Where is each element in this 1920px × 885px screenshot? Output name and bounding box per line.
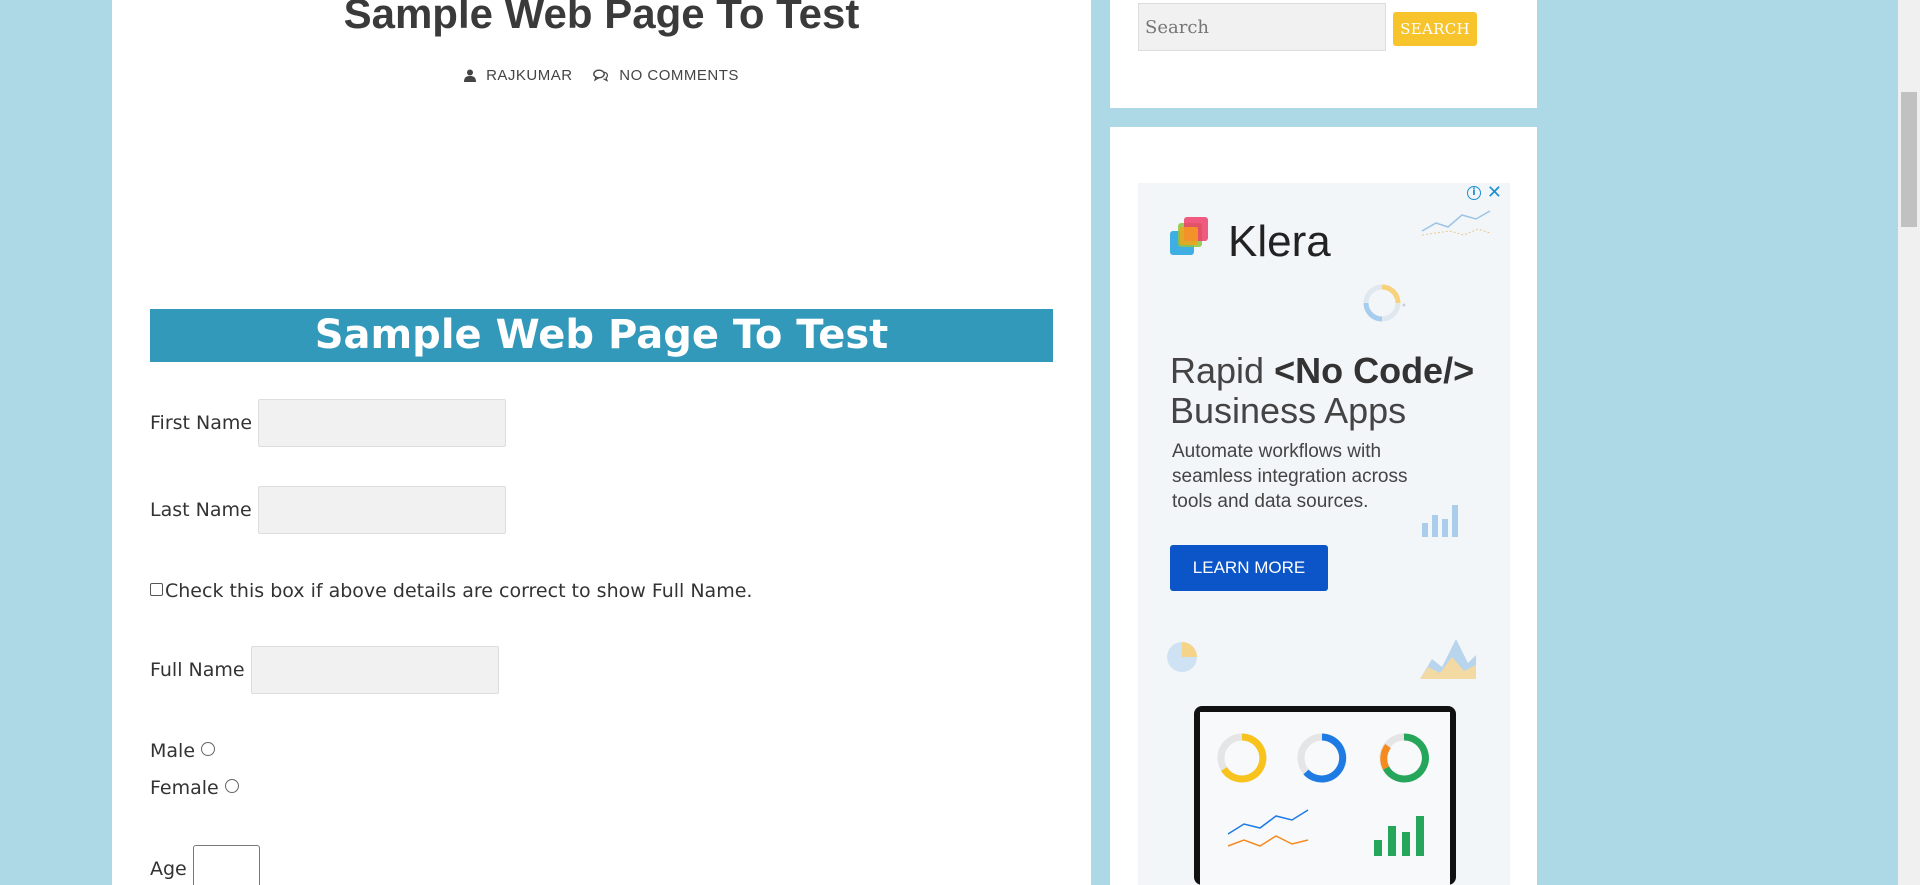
- search-widget: SEARCH: [1110, 0, 1537, 108]
- confirm-details-row: Check this box if above details are corr…: [150, 580, 752, 602]
- post-meta: RAJKUMAR NO COMMENTS: [112, 67, 1091, 86]
- comments-icon: [593, 69, 609, 82]
- ad-donut-deco-icon: [1363, 284, 1406, 322]
- post-comments[interactable]: NO COMMENTS: [593, 67, 739, 84]
- ad-brand-name: Klera: [1228, 217, 1331, 266]
- page-scrollbar[interactable]: [1898, 0, 1920, 885]
- age-label: Age: [150, 858, 187, 880]
- gender-female-row: Female: [150, 777, 239, 799]
- ad-widget: i ✕ Klera Rapid <No Code/> Business Apps…: [1110, 127, 1537, 885]
- last-name-label: Last Name: [150, 499, 252, 521]
- klera-logo-icon: [1170, 217, 1208, 255]
- ad-laptop-dashboard-icon: [1194, 706, 1456, 885]
- ad-area-chart-deco-icon: [1420, 639, 1476, 679]
- confirm-details-checkbox[interactable]: [150, 582, 163, 596]
- full-name-label: Full Name: [150, 659, 245, 681]
- last-name-row: Last Name: [150, 486, 506, 534]
- ad-headline-part1: Rapid: [1170, 350, 1275, 391]
- form-banner: Sample Web Page To Test: [150, 309, 1053, 362]
- ad-info-icon[interactable]: i: [1466, 186, 1481, 200]
- ad-headline-part2: Business Apps: [1170, 390, 1407, 431]
- ad-headline: Rapid <No Code/> Business Apps: [1170, 351, 1510, 431]
- user-icon: [464, 69, 477, 82]
- search-input[interactable]: [1138, 3, 1386, 51]
- ad-line-chart-deco-icon: [1421, 210, 1491, 236]
- advertisement[interactable]: i ✕ Klera Rapid <No Code/> Business Apps…: [1138, 183, 1510, 885]
- full-name-input[interactable]: [250, 646, 499, 694]
- ad-controls: i ✕: [1466, 184, 1502, 202]
- page-scrollbar-thumb[interactable]: [1901, 92, 1917, 227]
- first-name-row: First Name: [150, 399, 507, 447]
- post-author[interactable]: RAJKUMAR: [464, 67, 573, 84]
- ad-headline-bold: <No Code/>: [1274, 350, 1475, 391]
- ad-learn-more-button[interactable]: LEARN MORE: [1170, 545, 1328, 591]
- ad-pie-deco-icon: [1167, 642, 1197, 672]
- female-label: Female: [150, 777, 219, 799]
- full-name-row: Full Name: [150, 646, 499, 694]
- comments-count: NO COMMENTS: [619, 67, 739, 84]
- author-name: RAJKUMAR: [486, 67, 573, 84]
- confirm-details-label: Check this box if above details are corr…: [165, 580, 753, 602]
- search-button[interactable]: SEARCH: [1393, 12, 1477, 46]
- female-radio[interactable]: [224, 779, 239, 793]
- gender-male-row: Male: [150, 740, 216, 762]
- age-input[interactable]: [192, 845, 260, 885]
- last-name-input[interactable]: [257, 486, 506, 534]
- main-content: Sample Web Page To Test RAJKUMAR NO COMM…: [112, 0, 1091, 885]
- ad-close-icon[interactable]: ✕: [1487, 184, 1502, 202]
- male-label: Male: [150, 740, 196, 762]
- male-radio[interactable]: [201, 742, 216, 756]
- age-row: Age: [150, 845, 260, 885]
- ad-brand: Klera: [1170, 217, 1331, 267]
- first-name-input[interactable]: [258, 399, 507, 447]
- ad-body: Automate workflows with seamless integra…: [1172, 441, 1408, 512]
- post-title: Sample Web Page To Test: [343, 0, 860, 37]
- first-name-label: First Name: [150, 412, 253, 434]
